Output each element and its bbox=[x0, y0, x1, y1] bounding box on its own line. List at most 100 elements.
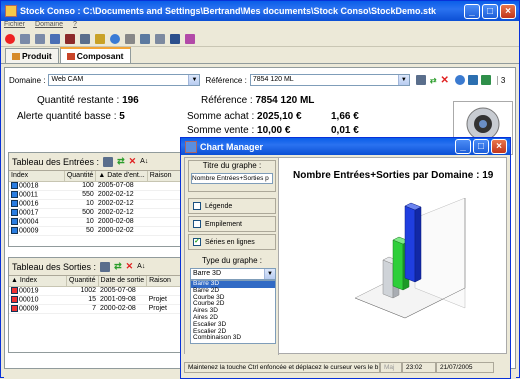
chevron-down-icon[interactable]: ▼ bbox=[264, 269, 275, 279]
sortie-row-icon bbox=[11, 286, 18, 294]
tab-produit[interactable]: Produit bbox=[5, 48, 59, 63]
status-maj: Maj bbox=[380, 361, 402, 373]
table-cell: 2005-07-08 bbox=[95, 181, 148, 191]
stacking-checkbox[interactable]: Empilement bbox=[188, 216, 276, 232]
entrees-table: Tableau des Entrées : ⇄ ✕ A↓ Index Quant… bbox=[8, 152, 182, 247]
table-row[interactable]: 00018 100 2005-07-08 bbox=[9, 181, 181, 191]
legend-checkbox[interactable]: Légende bbox=[188, 198, 276, 214]
table-cell: 00018 bbox=[9, 181, 65, 191]
stop-icon[interactable] bbox=[5, 34, 15, 44]
col-index[interactable]: ▲ Index bbox=[9, 276, 68, 287]
table-cell: 2000-02-02 bbox=[95, 226, 148, 236]
entree-row-icon bbox=[11, 208, 18, 216]
reference-select[interactable]: 7854 120 ML ▼ bbox=[249, 74, 410, 86]
col-date[interactable]: Date de sortie bbox=[98, 276, 148, 287]
export-icon[interactable] bbox=[480, 75, 491, 85]
book-icon[interactable] bbox=[50, 34, 60, 44]
table-row[interactable]: 00004 10 2000-02-08 bbox=[9, 217, 181, 227]
table-cell: 7 bbox=[66, 304, 99, 314]
table-row[interactable]: 00011 550 2002-02-12 bbox=[9, 190, 181, 200]
globe-icon[interactable] bbox=[110, 34, 120, 44]
swap-icon[interactable]: ⇄ bbox=[430, 76, 437, 85]
eraser-icon[interactable] bbox=[185, 34, 195, 44]
composant-icon bbox=[66, 52, 75, 60]
chart-icon[interactable] bbox=[170, 34, 180, 44]
table-icon[interactable] bbox=[155, 34, 165, 44]
toolbar bbox=[1, 32, 519, 47]
detail-icon[interactable] bbox=[100, 261, 111, 272]
sorties-grid[interactable]: ▲ Index Quantité Date de sortie Raison 0… bbox=[9, 276, 181, 314]
entree-row-icon bbox=[11, 217, 18, 225]
swap-icon[interactable]: ⇄ bbox=[117, 156, 125, 167]
grid-icon[interactable] bbox=[140, 34, 150, 44]
minimize-button[interactable]: _ bbox=[464, 3, 480, 19]
chart-type-option[interactable]: Combinaison 3D bbox=[191, 335, 275, 342]
table-row[interactable]: 00019 1002 2005-07-08 bbox=[9, 286, 181, 296]
sortie-row-icon bbox=[11, 295, 18, 303]
calendar-icon[interactable] bbox=[65, 34, 75, 44]
table-row[interactable]: 00016 10 2002-02-12 bbox=[9, 199, 181, 209]
status-date: 21/07/2005 bbox=[436, 361, 494, 373]
table-cell: 500 bbox=[64, 208, 96, 218]
chart-title: Nombre Entrées+Sorties par Domaine : 19 bbox=[293, 170, 494, 181]
table-cell bbox=[147, 199, 181, 209]
entrees-grid[interactable]: Index Quantité ▲ Date d'ent... Raison 00… bbox=[9, 171, 182, 236]
somme-vente-unit: 0,01 € bbox=[331, 125, 359, 136]
table-cell: 15 bbox=[66, 295, 99, 305]
domaine-select[interactable]: Web CAM ▼ bbox=[48, 74, 201, 86]
col-index[interactable]: Index bbox=[9, 171, 65, 182]
maximize-button[interactable]: □ bbox=[482, 3, 498, 19]
title-group: Titre du graphe : bbox=[188, 160, 276, 192]
chevron-down-icon[interactable]: ▼ bbox=[188, 75, 200, 85]
menu-fichier[interactable]: Fichier bbox=[4, 21, 25, 32]
key-icon[interactable] bbox=[95, 34, 105, 44]
status-hint: Maintenez la touche Ctrl enfoncée et dép… bbox=[184, 361, 380, 373]
table-row[interactable]: 00010 15 2001-09-08 Projet bbox=[9, 295, 181, 305]
chart-type-list[interactable]: Barre 3D Barre 2D Courbe 3D Courbe 2D Aires … bbox=[190, 280, 276, 344]
print-icon[interactable] bbox=[80, 34, 90, 44]
close-button[interactable]: × bbox=[500, 3, 516, 19]
table-cell: Projet bbox=[146, 304, 181, 314]
tab-composant[interactable]: Composant bbox=[59, 47, 131, 63]
dialog-title-bar[interactable]: Chart Manager _ □ × bbox=[181, 138, 510, 155]
menu-domaine[interactable]: Domaine bbox=[35, 21, 63, 32]
col-quantite[interactable]: Quantité bbox=[66, 276, 99, 287]
col-raison[interactable]: Raison bbox=[147, 171, 182, 182]
table-cell bbox=[147, 217, 181, 227]
table-cell: 50 bbox=[64, 226, 96, 236]
table-row[interactable]: 00017 500 2002-02-12 bbox=[9, 208, 181, 218]
delete-icon[interactable]: ✕ bbox=[126, 261, 134, 272]
globe-icon[interactable] bbox=[454, 75, 465, 85]
table-row[interactable]: 00009 50 2000-02-02 bbox=[9, 226, 181, 236]
dialog-close-button[interactable]: × bbox=[491, 139, 507, 154]
dialog-minimize-button[interactable]: _ bbox=[455, 139, 471, 154]
col-raison[interactable]: Raison bbox=[146, 276, 181, 287]
col-date[interactable]: ▲ Date d'ent... bbox=[95, 171, 148, 182]
delete-icon[interactable]: ✕ bbox=[129, 156, 137, 167]
series-checkbox[interactable]: ✓ Séries en lignes bbox=[188, 234, 276, 250]
sort-icon[interactable]: A↓ bbox=[137, 263, 145, 270]
table-row[interactable]: 00009 7 2000-02-08 Projet bbox=[9, 304, 181, 314]
detail-icon[interactable] bbox=[103, 156, 114, 167]
list-icon[interactable] bbox=[20, 34, 30, 44]
col-quantite[interactable]: Quantité bbox=[64, 171, 97, 182]
dialog-title: Chart Manager bbox=[200, 141, 264, 152]
list2-icon[interactable] bbox=[35, 34, 45, 44]
dialog-maximize-button[interactable]: □ bbox=[473, 139, 489, 154]
chart-type-select[interactable]: Barre 3D ▼ bbox=[190, 268, 276, 280]
image-icon[interactable] bbox=[467, 75, 478, 85]
chevron-down-icon[interactable]: ▼ bbox=[397, 75, 409, 85]
detail-icon[interactable] bbox=[415, 75, 426, 85]
delete-icon[interactable]: ✕ bbox=[441, 75, 449, 86]
table-cell: 00011 bbox=[9, 190, 65, 200]
sort-icon[interactable]: A↓ bbox=[140, 158, 148, 165]
table-cell: 2000-02-08 bbox=[95, 217, 148, 227]
title-bar[interactable]: Stock Conso : C:\Documents and Settings\… bbox=[1, 1, 519, 21]
chart-title-input[interactable] bbox=[191, 173, 273, 184]
table-cell: Projet bbox=[146, 295, 181, 305]
menu-help[interactable]: ? bbox=[73, 21, 77, 32]
tools-icon[interactable] bbox=[125, 34, 135, 44]
entree-row-icon bbox=[11, 199, 18, 207]
table-cell: 2001-09-08 bbox=[98, 295, 147, 305]
swap-icon[interactable]: ⇄ bbox=[114, 261, 122, 272]
